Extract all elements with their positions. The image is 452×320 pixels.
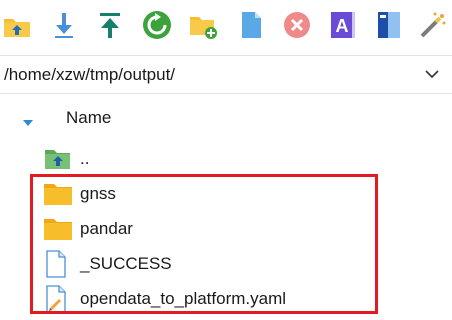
list-item-label: opendata_to_platform.yaml [80, 289, 287, 308]
new-folder-button[interactable] [186, 8, 220, 42]
column-header-name[interactable]: Name [66, 108, 111, 128]
folder-up-icon [44, 145, 74, 173]
new-file-icon [236, 10, 266, 40]
upload-button[interactable] [93, 8, 127, 42]
find-files-button[interactable] [416, 8, 450, 42]
column-header-row: Name [0, 104, 452, 134]
path-input[interactable] [0, 56, 415, 93]
list-item-pandar[interactable]: pandar [44, 214, 374, 244]
upload-arrow-icon [95, 10, 125, 40]
text-file-icon [44, 285, 74, 313]
file-icon [44, 250, 74, 278]
folder-icon [44, 180, 74, 208]
path-bar [0, 55, 452, 94]
list-item-label: pandar [80, 219, 133, 238]
list-item-label: .. [80, 149, 90, 168]
properties-icon [374, 10, 404, 40]
download-button[interactable] [47, 8, 81, 42]
svg-text:A: A [336, 16, 349, 36]
refresh-icon [142, 10, 172, 40]
list-item-label: gnss [80, 184, 116, 203]
download-arrow-icon [49, 10, 79, 40]
list-item-success[interactable]: _SUCCESS [44, 249, 374, 279]
file-browser-window: A /home/xzw/tmp/output/ Name .. gnss pan… [0, 0, 452, 320]
rename-icon: A [328, 10, 358, 40]
chevron-down-icon [424, 66, 440, 84]
magic-wand-icon [418, 10, 448, 40]
delete-button[interactable] [280, 8, 314, 42]
rename-button[interactable]: A [326, 8, 360, 42]
parent-folder-button[interactable] [0, 8, 34, 42]
list-item-yaml[interactable]: opendata_to_platform.yaml [44, 284, 374, 314]
new-folder-icon [188, 10, 218, 40]
folder-up-icon [2, 10, 32, 40]
list-item-label: _SUCCESS [80, 254, 172, 273]
list-item-gnss[interactable]: gnss [44, 179, 374, 209]
path-dropdown-button[interactable] [418, 56, 446, 93]
list-item-parent[interactable]: .. [44, 144, 374, 174]
folder-icon [44, 215, 74, 243]
refresh-button[interactable] [140, 8, 174, 42]
properties-button[interactable] [372, 8, 406, 42]
sort-ascending-icon[interactable] [22, 114, 34, 132]
new-file-button[interactable] [234, 8, 268, 42]
toolbar: A [0, 0, 452, 52]
delete-icon [282, 10, 312, 40]
